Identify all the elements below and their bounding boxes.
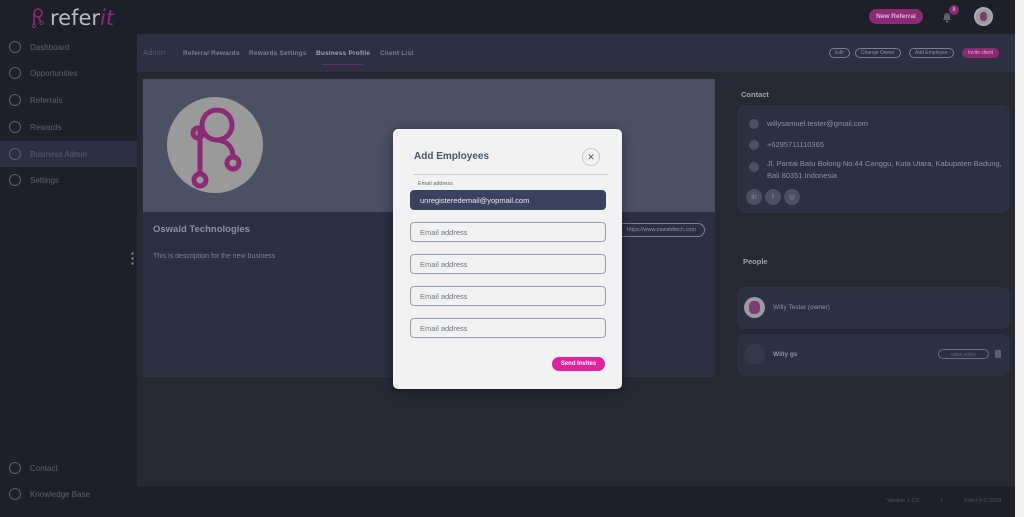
new-referral-button[interactable]: New Referral: [869, 9, 923, 24]
sidebar-item-label: Opportunities: [30, 68, 78, 78]
close-button[interactable]: ✕: [582, 148, 600, 166]
logo-text-accent: it: [100, 6, 115, 30]
person-row: Willy Tester (owner): [737, 287, 1010, 329]
sidebar: Dashboard Opportunities Referrals Reward…: [0, 34, 137, 517]
logo-text: refer: [50, 6, 101, 30]
person-row: Willy gs Make Admin: [737, 334, 1010, 376]
trash-icon[interactable]: [995, 350, 1001, 358]
contact-heading: Contact: [741, 90, 769, 99]
contact-address: Jl. Pantai Batu Bolong No.44 Canggu, Kut…: [767, 159, 1002, 180]
sidebar-item-dashboard[interactable]: Dashboard: [0, 34, 137, 60]
person-name: Willy Tester (owner): [773, 304, 830, 311]
phone-icon: [749, 140, 759, 150]
version-text: Version 1.0.0: [887, 498, 920, 504]
sidebar-item-label: Settings: [30, 175, 59, 185]
add-employee-button[interactable]: Add Employee: [909, 48, 954, 58]
logo[interactable]: referit: [30, 6, 114, 30]
divider: [413, 174, 608, 175]
close-icon: ✕: [587, 151, 595, 162]
edit-button[interactable]: Edit: [829, 48, 850, 58]
active-tab-indicator: [322, 64, 363, 65]
scrollbar[interactable]: [1015, 0, 1024, 517]
email-field-3[interactable]: [410, 254, 606, 274]
business-logo: [167, 97, 263, 193]
resize-handle[interactable]: [131, 251, 134, 265]
logo-icon: [31, 8, 44, 28]
sidebar-item-contact[interactable]: Contact: [0, 455, 137, 481]
sidebar-item-label: Rewards: [30, 122, 62, 132]
user-avatar[interactable]: [974, 7, 993, 26]
make-admin-button[interactable]: Make Admin: [938, 349, 989, 359]
email-icon: [749, 119, 759, 129]
footer-separator: |: [941, 498, 943, 504]
address-icon: [749, 162, 759, 172]
linkedin-icon[interactable]: in: [746, 189, 762, 205]
avatar: [744, 297, 765, 318]
footer: Version 1.0.0 | Refer It © 2023: [137, 486, 1015, 517]
email-field-4[interactable]: [410, 286, 606, 306]
referrals-icon: [9, 94, 21, 106]
rewards-icon: [9, 121, 21, 133]
send-invites-button[interactable]: Send Invites: [552, 357, 605, 371]
email-field-label: Email address: [418, 181, 453, 187]
add-employees-modal: Add Employees ✕ Email address Send Invit…: [393, 129, 622, 389]
section-label: Admin: [143, 48, 166, 57]
tab-rewards-settings[interactable]: Rewards Settings: [249, 50, 307, 57]
tab-business-profile[interactable]: Business Profile: [316, 50, 370, 57]
sidebar-item-label: Dashboard: [30, 42, 70, 52]
help-icon: [9, 462, 21, 474]
dashboard-icon: [9, 41, 21, 53]
lightbulb-icon: [9, 67, 21, 79]
instagram-icon[interactable]: ◎: [784, 189, 800, 205]
sidebar-item-business-admin[interactable]: Business Admin: [0, 141, 137, 167]
tab-referral-rewards[interactable]: Referral Rewards: [183, 50, 240, 57]
sidebar-item-label: Knowledge Base: [30, 489, 91, 499]
email-field-1[interactable]: [410, 190, 606, 210]
top-bar: referit New Referral 8: [0, 0, 1015, 34]
tab-client-list[interactable]: Client List: [380, 50, 414, 57]
sidebar-item-label: Business Admin: [30, 149, 87, 159]
sidebar-item-settings[interactable]: Settings: [0, 167, 137, 193]
change-owner-button[interactable]: Change Owner: [855, 48, 901, 58]
contact-phone: +6285711110365: [767, 140, 824, 149]
invite-client-button[interactable]: Invite client: [962, 48, 1000, 58]
sidebar-item-label: Contact: [30, 463, 58, 473]
notification-badge: 8: [949, 5, 959, 15]
info-icon: [9, 488, 21, 500]
email-field-5[interactable]: [410, 318, 606, 338]
sidebar-item-opportunities[interactable]: Opportunities: [0, 60, 137, 86]
copyright-text: Refer It © 2023: [964, 498, 1002, 504]
business-icon: [9, 148, 21, 160]
person-name: Willy gs: [773, 351, 798, 358]
business-description: This is description for the new business: [153, 253, 276, 260]
contact-email[interactable]: willysamuel.tester@gmail.com: [767, 119, 868, 128]
people-heading: People: [743, 257, 768, 266]
sidebar-item-label: Referrals: [30, 95, 63, 105]
avatar-placeholder: [744, 344, 765, 365]
contact-card: willysamuel.tester@gmail.com +6285711110…: [737, 105, 1010, 213]
sidebar-item-referrals[interactable]: Referrals: [0, 87, 137, 113]
email-field-2[interactable]: [410, 222, 606, 242]
gear-icon: [9, 174, 21, 186]
business-name: Oswald Technologies: [153, 224, 250, 235]
modal-title: Add Employees: [414, 151, 490, 162]
sidebar-item-knowledge-base[interactable]: Knowledge Base: [0, 481, 137, 507]
sidebar-item-rewards[interactable]: Rewards: [0, 114, 137, 140]
facebook-icon[interactable]: f: [765, 189, 781, 205]
